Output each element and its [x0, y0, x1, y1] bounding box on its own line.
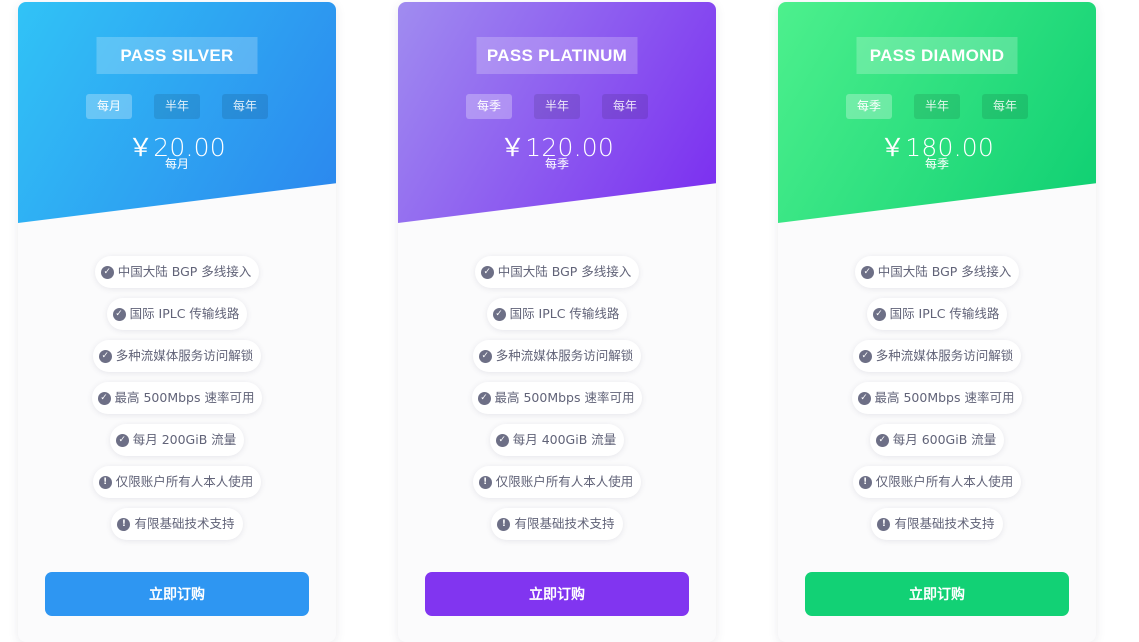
feature-label: 多种流媒体服务访问解锁 [495, 348, 634, 363]
plan-period: 每季 [544, 157, 569, 171]
feature-label: 最高 500Mbps 速率可用 [114, 390, 255, 405]
feature-label: 仅限账户所有人本人使用 [875, 474, 1014, 489]
feature-label: 每月 600GiB 流量 [892, 432, 997, 447]
feature-list: ✓ 中国大陆 BGP 多线接入 ✓ 国际 IPLC 传输线路 ✓ 多种流媒体服务访问解… [18, 256, 336, 540]
cycle-tab-quarterly[interactable]: 每季 [846, 94, 892, 119]
feature-label: 国际 IPLC 传输线路 [509, 306, 620, 321]
exclamation-circle-icon: ! [117, 517, 131, 531]
feature-label: 国际 IPLC 传输线路 [129, 306, 240, 321]
check-circle-icon: ✓ [98, 349, 112, 363]
feature-label: 多种流媒体服务访问解锁 [115, 348, 254, 363]
subscribe-button[interactable]: 立即订购 [45, 572, 309, 616]
exclamation-circle-icon: ! [497, 517, 511, 531]
feature-item: ✓ 每月 200GiB 流量 [109, 424, 245, 456]
plan-card-silver: PASS SILVER 每月 半年 每年 ￥20.00 每月 ✓ 中国大陆 BGP… [18, 2, 336, 642]
plan-title: PASS PLATINUM [476, 37, 638, 74]
feature-label: 有限基础技术支持 [134, 516, 235, 531]
feature-item: ✓ 多种流媒体服务访问解锁 [472, 340, 642, 372]
feature-item: ✓ 中国大陆 BGP 多线接入 [474, 256, 640, 288]
check-circle-icon: ✓ [858, 349, 872, 363]
feature-item: ! 有限基础技术支持 [111, 508, 243, 540]
plan-period: 每月 [164, 157, 189, 171]
feature-item: ! 仅限账户所有人本人使用 [472, 466, 642, 498]
plan-card-platinum: PASS PLATINUM 每季 半年 每年 ￥120.00 每季 ✓ 中国大陆 … [398, 2, 716, 642]
cycle-tab-half-year[interactable]: 半年 [914, 94, 960, 119]
plan-header: PASS SILVER 每月 半年 每年 ￥20.00 每月 [18, 2, 336, 223]
feature-label: 多种流媒体服务访问解锁 [875, 348, 1014, 363]
feature-item: ✓ 每月 400GiB 流量 [489, 424, 625, 456]
feature-item: ✓ 国际 IPLC 传输线路 [866, 298, 1008, 330]
billing-cycle-tabs: 每月 半年 每年 [18, 94, 336, 119]
exclamation-circle-icon: ! [877, 517, 891, 531]
feature-item: ! 仅限账户所有人本人使用 [92, 466, 262, 498]
feature-label: 中国大陆 BGP 多线接入 [117, 264, 252, 279]
feature-item: ✓ 中国大陆 BGP 多线接入 [854, 256, 1020, 288]
subscribe-button[interactable]: 立即订购 [425, 572, 689, 616]
check-circle-icon: ✓ [492, 307, 506, 321]
cycle-tab-half-year[interactable]: 半年 [534, 94, 580, 119]
exclamation-circle-icon: ! [98, 475, 112, 489]
feature-item: ✓ 每月 600GiB 流量 [869, 424, 1005, 456]
feature-item: ! 仅限账户所有人本人使用 [852, 466, 1022, 498]
feature-item: ✓ 最高 500Mbps 速率可用 [471, 382, 643, 414]
plan-title: PASS DIAMOND [856, 37, 1018, 74]
check-circle-icon: ✓ [97, 391, 111, 405]
feature-item: ✓ 最高 500Mbps 速率可用 [91, 382, 263, 414]
plan-title: PASS SILVER [96, 37, 258, 74]
exclamation-circle-icon: ! [478, 475, 492, 489]
cycle-tab-half-year[interactable]: 半年 [154, 94, 200, 119]
feature-label: 有限基础技术支持 [514, 516, 615, 531]
check-circle-icon: ✓ [478, 349, 492, 363]
cycle-tab-monthly[interactable]: 每月 [86, 94, 132, 119]
feature-item: ! 有限基础技术支持 [491, 508, 623, 540]
check-circle-icon: ✓ [480, 265, 494, 279]
subscribe-button[interactable]: 立即订购 [805, 572, 1069, 616]
check-circle-icon: ✓ [860, 265, 874, 279]
check-circle-icon: ✓ [857, 391, 871, 405]
feature-item: ✓ 最高 500Mbps 速率可用 [851, 382, 1023, 414]
feature-label: 最高 500Mbps 速率可用 [874, 390, 1015, 405]
feature-list: ✓ 中国大陆 BGP 多线接入 ✓ 国际 IPLC 传输线路 ✓ 多种流媒体服务访问解… [778, 256, 1096, 540]
check-circle-icon: ✓ [872, 307, 886, 321]
feature-label: 中国大陆 BGP 多线接入 [877, 264, 1012, 279]
cycle-tab-yearly[interactable]: 每年 [602, 94, 648, 119]
plan-card-diamond: PASS DIAMOND 每季 半年 每年 ￥180.00 每季 ✓ 中国大陆 B… [778, 2, 1096, 642]
feature-label: 仅限账户所有人本人使用 [115, 474, 254, 489]
feature-label: 最高 500Mbps 速率可用 [494, 390, 635, 405]
feature-item: ✓ 国际 IPLC 传输线路 [106, 298, 248, 330]
feature-label: 每月 200GiB 流量 [132, 432, 237, 447]
feature-label: 有限基础技术支持 [894, 516, 995, 531]
check-circle-icon: ✓ [100, 265, 114, 279]
check-circle-icon: ✓ [112, 307, 126, 321]
feature-label: 中国大陆 BGP 多线接入 [497, 264, 632, 279]
cycle-tab-quarterly[interactable]: 每季 [466, 94, 512, 119]
feature-label: 国际 IPLC 传输线路 [889, 306, 1000, 321]
plan-header: PASS PLATINUM 每季 半年 每年 ￥120.00 每季 [398, 2, 716, 223]
feature-item: ✓ 国际 IPLC 传输线路 [486, 298, 628, 330]
billing-cycle-tabs: 每季 半年 每年 [398, 94, 716, 119]
feature-item: ✓ 中国大陆 BGP 多线接入 [94, 256, 260, 288]
feature-list: ✓ 中国大陆 BGP 多线接入 ✓ 国际 IPLC 传输线路 ✓ 多种流媒体服务访问解… [398, 256, 716, 540]
feature-label: 仅限账户所有人本人使用 [495, 474, 634, 489]
cycle-tab-yearly[interactable]: 每年 [982, 94, 1028, 119]
cycle-tab-yearly[interactable]: 每年 [222, 94, 268, 119]
feature-label: 每月 400GiB 流量 [512, 432, 617, 447]
plan-period: 每季 [924, 157, 949, 171]
feature-item: ✓ 多种流媒体服务访问解锁 [92, 340, 262, 372]
check-circle-icon: ✓ [477, 391, 491, 405]
billing-cycle-tabs: 每季 半年 每年 [778, 94, 1096, 119]
feature-item: ! 有限基础技术支持 [871, 508, 1003, 540]
plan-header: PASS DIAMOND 每季 半年 每年 ￥180.00 每季 [778, 2, 1096, 223]
check-circle-icon: ✓ [115, 433, 129, 447]
check-circle-icon: ✓ [495, 433, 509, 447]
feature-item: ✓ 多种流媒体服务访问解锁 [852, 340, 1022, 372]
exclamation-circle-icon: ! [858, 475, 872, 489]
check-circle-icon: ✓ [875, 433, 889, 447]
